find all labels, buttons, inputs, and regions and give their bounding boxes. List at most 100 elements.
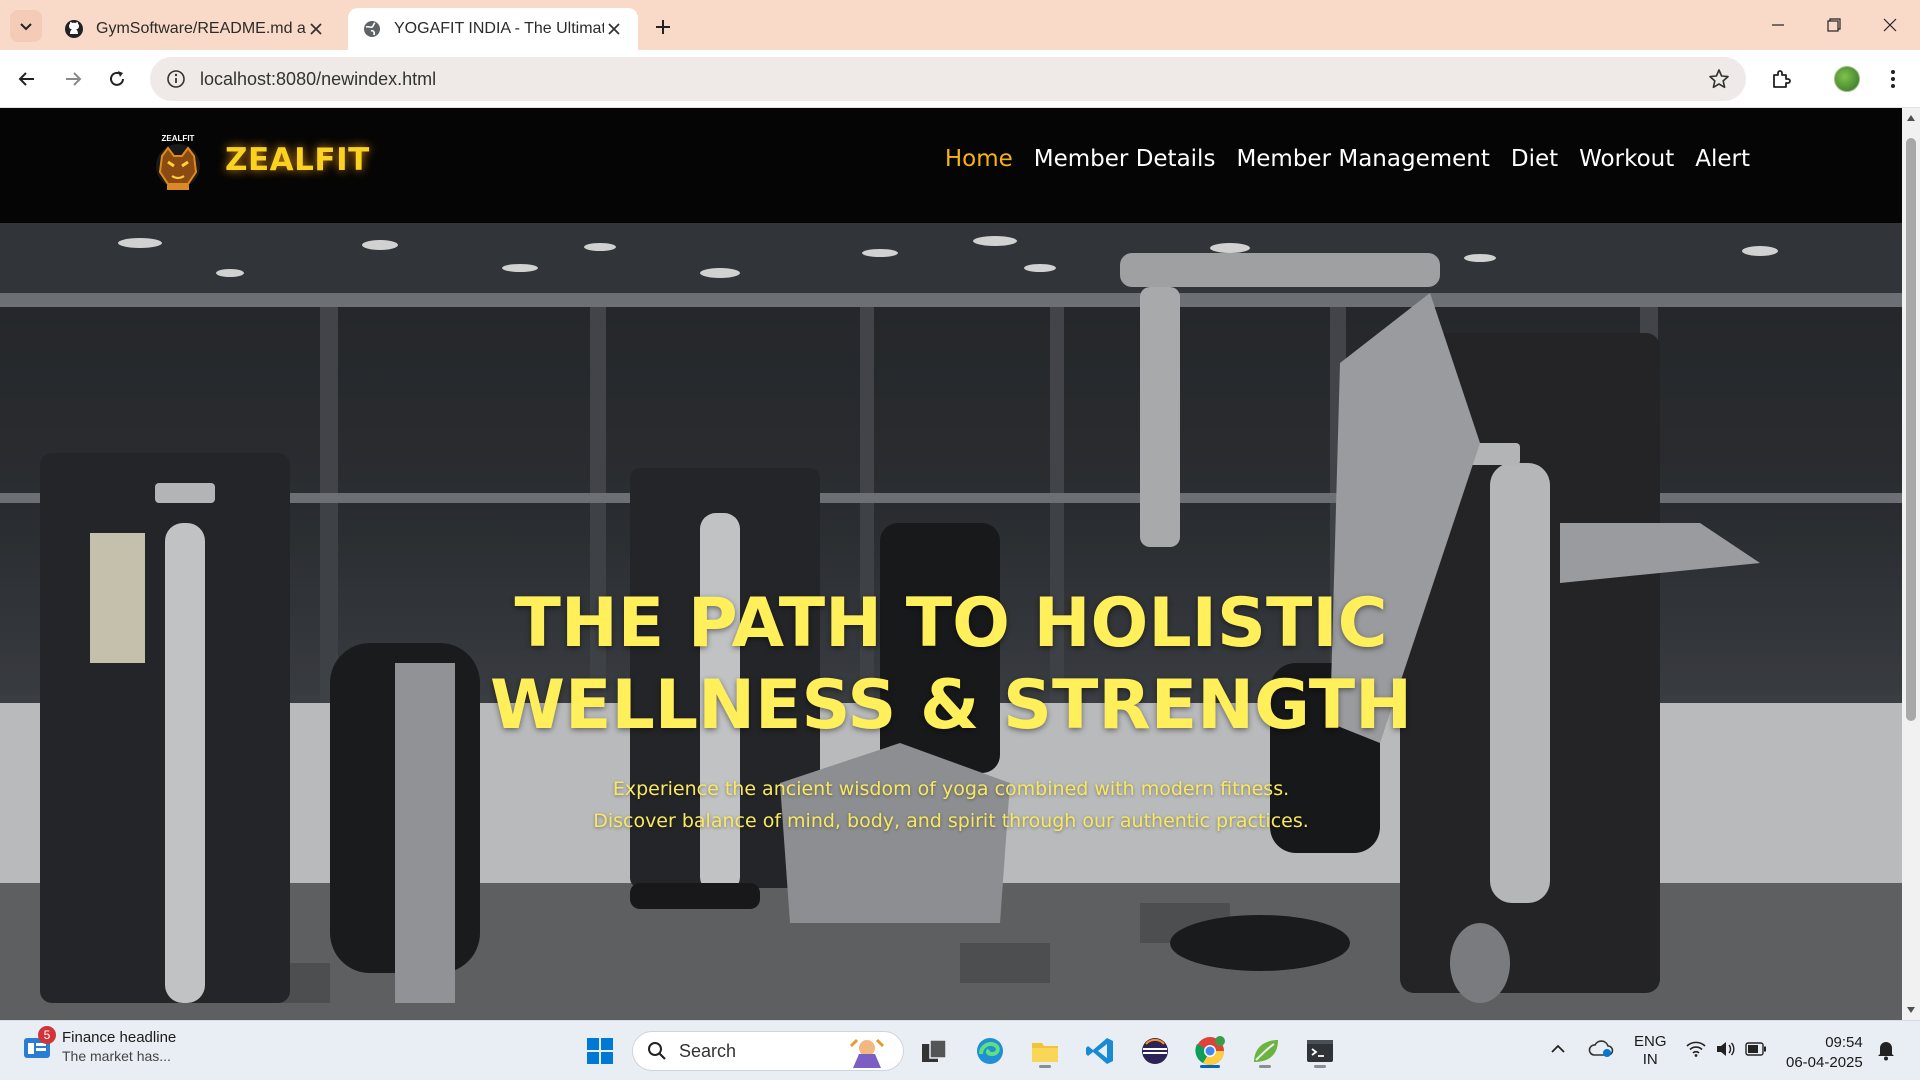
vscode-icon [1086, 1038, 1113, 1064]
task-view-icon [922, 1039, 947, 1062]
scrollbar-thumb[interactable] [1906, 138, 1916, 721]
more-vertical-icon [1891, 70, 1895, 88]
tab-search-button[interactable] [10, 10, 42, 42]
gym-logo[interactable]: ZEALFIT [150, 132, 206, 192]
minimize-icon [1772, 24, 1784, 26]
hero-subtitle: Experience the ancient wisdom of yoga co… [0, 773, 1902, 837]
battery-tray[interactable] [1745, 1042, 1767, 1060]
edge-icon [977, 1038, 1003, 1064]
search-highlight-icon [849, 1038, 885, 1068]
forward-button[interactable] [56, 62, 90, 96]
notifications-tray[interactable] [1876, 1039, 1896, 1065]
new-tab-button[interactable] [648, 12, 678, 42]
vscode-app[interactable] [1080, 1031, 1120, 1071]
arrow-left-icon [18, 72, 34, 86]
extensions-button[interactable] [1764, 62, 1798, 96]
eclipse-icon [1142, 1038, 1168, 1064]
chrome-app[interactable] [1190, 1031, 1230, 1071]
running-indicator [1039, 1065, 1051, 1068]
hero-title: THE PATH TO HOLISTIC WELLNESS & STRENGTH [0, 583, 1902, 747]
github-icon [65, 20, 83, 38]
close-tab-icon[interactable] [604, 19, 624, 39]
nav-workout[interactable]: Workout [1579, 146, 1674, 172]
windows-taskbar: 5 Finance headline The market has... Sea… [0, 1020, 1920, 1080]
globe-icon [364, 21, 380, 37]
bell-icon [1878, 1042, 1894, 1061]
hero-subtitle-line-2: Discover balance of mind, body, and spir… [593, 810, 1309, 832]
volume-tray[interactable] [1715, 1041, 1735, 1061]
language-code: ENG [1634, 1033, 1667, 1050]
tab-title: GymSoftware/README.md at m [96, 20, 306, 37]
spring-tool-app[interactable] [1245, 1031, 1285, 1071]
active-indicator [1200, 1065, 1220, 1068]
running-indicator [1314, 1065, 1326, 1068]
bookmark-star-icon[interactable] [1708, 68, 1730, 90]
cloud-sync-icon [1588, 1040, 1614, 1057]
chevron-up-icon [1551, 1044, 1565, 1053]
svg-text:ZEALFIT: ZEALFIT [162, 134, 195, 143]
news-text: Finance headline The market has... [62, 1029, 176, 1064]
file-explorer-app[interactable] [1025, 1031, 1065, 1071]
close-window-button[interactable] [1866, 10, 1914, 40]
browser-tab-yogafit[interactable]: YOGAFIT INDIA - The Ultimate Y [348, 8, 638, 50]
chevron-down-icon [20, 23, 32, 31]
clock-date: 06-04-2025 [1786, 1054, 1863, 1071]
brand-name[interactable]: ZEALFIT [225, 142, 370, 178]
task-view-button[interactable] [914, 1031, 954, 1071]
browser-tab-github[interactable]: GymSoftware/README.md at m [50, 8, 340, 50]
page-scrollbar[interactable] [1902, 108, 1920, 1020]
scroll-down-arrow-icon[interactable] [1905, 1004, 1917, 1016]
site-header: ZEALFIT ZEALFIT Home Member Details Memb… [0, 108, 1902, 223]
browser-tab-strip: GymSoftware/README.md at m YOGAFIT INDIA… [0, 0, 1920, 50]
reload-icon [110, 71, 124, 86]
browser-menu-button[interactable] [1876, 62, 1910, 96]
news-icon: 5 [22, 1025, 56, 1062]
search-label: Search [679, 1040, 737, 1061]
eclipse-app[interactable] [1135, 1031, 1175, 1071]
tab-title: YOGAFIT INDIA - The Ultimate Y [394, 20, 604, 37]
show-hidden-icons[interactable] [1550, 1041, 1566, 1061]
back-button[interactable] [10, 62, 44, 96]
nav-member-management[interactable]: Member Management [1236, 146, 1489, 172]
language-indicator[interactable]: ENG IN [1634, 1033, 1667, 1069]
nav-diet[interactable]: Diet [1511, 146, 1558, 172]
wifi-tray[interactable] [1686, 1041, 1706, 1061]
site-info-icon[interactable] [154, 57, 198, 101]
close-icon [1883, 18, 1897, 32]
profile-avatar[interactable] [1834, 66, 1860, 92]
address-bar[interactable]: localhost:8080/newindex.html [150, 57, 1746, 101]
news-widget[interactable]: 5 Finance headline The market has... [22, 1025, 176, 1064]
puzzle-icon [1773, 70, 1791, 88]
nav-home[interactable]: Home [945, 146, 1013, 172]
site-nav: Home Member Details Member Management Di… [945, 146, 1750, 172]
start-button[interactable] [580, 1031, 620, 1071]
hero-section: THE PATH TO HOLISTIC WELLNESS & STRENGTH… [0, 223, 1902, 1020]
nav-member-details[interactable]: Member Details [1034, 146, 1216, 172]
nav-alert[interactable]: Alert [1695, 146, 1750, 172]
hero-title-line-1: THE PATH TO HOLISTIC [514, 584, 1388, 663]
restore-button[interactable] [1810, 10, 1858, 40]
edge-app[interactable] [970, 1031, 1010, 1071]
scroll-up-arrow-icon[interactable] [1905, 112, 1917, 124]
taskbar-search[interactable]: Search [632, 1031, 904, 1071]
windows-logo-icon [587, 1038, 613, 1064]
url-text[interactable]: localhost:8080/newindex.html [200, 69, 436, 90]
news-badge: 5 [38, 1025, 56, 1044]
onedrive-tray[interactable] [1588, 1039, 1614, 1063]
running-indicator [1259, 1065, 1271, 1068]
plus-icon [656, 20, 670, 34]
minimize-button[interactable] [1754, 10, 1802, 40]
folder-icon [1032, 1043, 1058, 1062]
battery-icon [1745, 1042, 1766, 1056]
reload-button[interactable] [100, 62, 134, 96]
clock[interactable]: 09:54 06-04-2025 [1786, 1033, 1863, 1073]
clock-time: 09:54 [1825, 1034, 1863, 1051]
screen: GymSoftware/README.md at m YOGAFIT INDIA… [0, 0, 1920, 1080]
close-tab-icon[interactable] [306, 19, 326, 39]
wifi-icon [1686, 1041, 1706, 1057]
search-icon [648, 1042, 666, 1060]
arrow-right-icon [66, 72, 82, 86]
terminal-app[interactable] [1300, 1031, 1340, 1071]
web-page: ZEALFIT ZEALFIT Home Member Details Memb… [0, 108, 1902, 1020]
speaker-icon [1717, 1042, 1735, 1056]
